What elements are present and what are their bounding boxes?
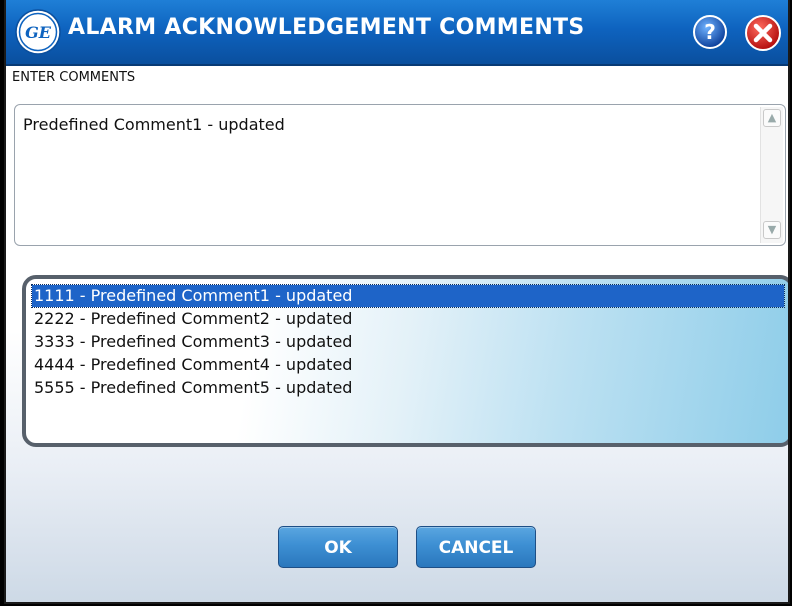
comment-scrollbar[interactable]: ▲ ▼ <box>760 107 783 243</box>
comment-textarea[interactable]: Predefined Comment1 - updated ▲ ▼ <box>14 104 786 246</box>
chevron-down-icon[interactable]: ▼ <box>763 221 781 239</box>
ok-button[interactable]: OK <box>278 526 398 568</box>
logo-text: GE <box>25 23 52 42</box>
predefined-comments-list[interactable]: 1111 - Predefined Comment1 - updated 222… <box>22 275 788 447</box>
list-item[interactable]: 1111 - Predefined Comment1 - updated <box>31 284 785 308</box>
chevron-up-icon[interactable]: ▲ <box>763 109 781 127</box>
list-item[interactable]: 2222 - Predefined Comment2 - updated <box>32 308 352 330</box>
comment-value: Predefined Comment1 - updated <box>23 115 285 134</box>
list-item[interactable]: 4444 - Predefined Comment4 - updated <box>32 354 352 376</box>
list-item[interactable]: 5555 - Predefined Comment5 - updated <box>32 377 352 399</box>
cancel-button[interactable]: CANCEL <box>416 526 536 568</box>
help-icon[interactable]: ? <box>692 14 728 50</box>
list-item[interactable]: 3333 - Predefined Comment3 - updated <box>32 331 352 353</box>
alarm-comments-dialog: GE ALARM ACKNOWLEDGEMENT COMMENTS ? ENTE… <box>4 0 790 604</box>
close-icon[interactable] <box>744 14 782 52</box>
ge-logo-icon: GE <box>15 9 61 55</box>
title-bar: GE ALARM ACKNOWLEDGEMENT COMMENTS ? <box>6 0 788 66</box>
dialog-title: ALARM ACKNOWLEDGEMENT COMMENTS <box>68 15 585 40</box>
enter-comments-label: ENTER COMMENTS <box>12 70 136 85</box>
svg-text:?: ? <box>704 20 716 44</box>
